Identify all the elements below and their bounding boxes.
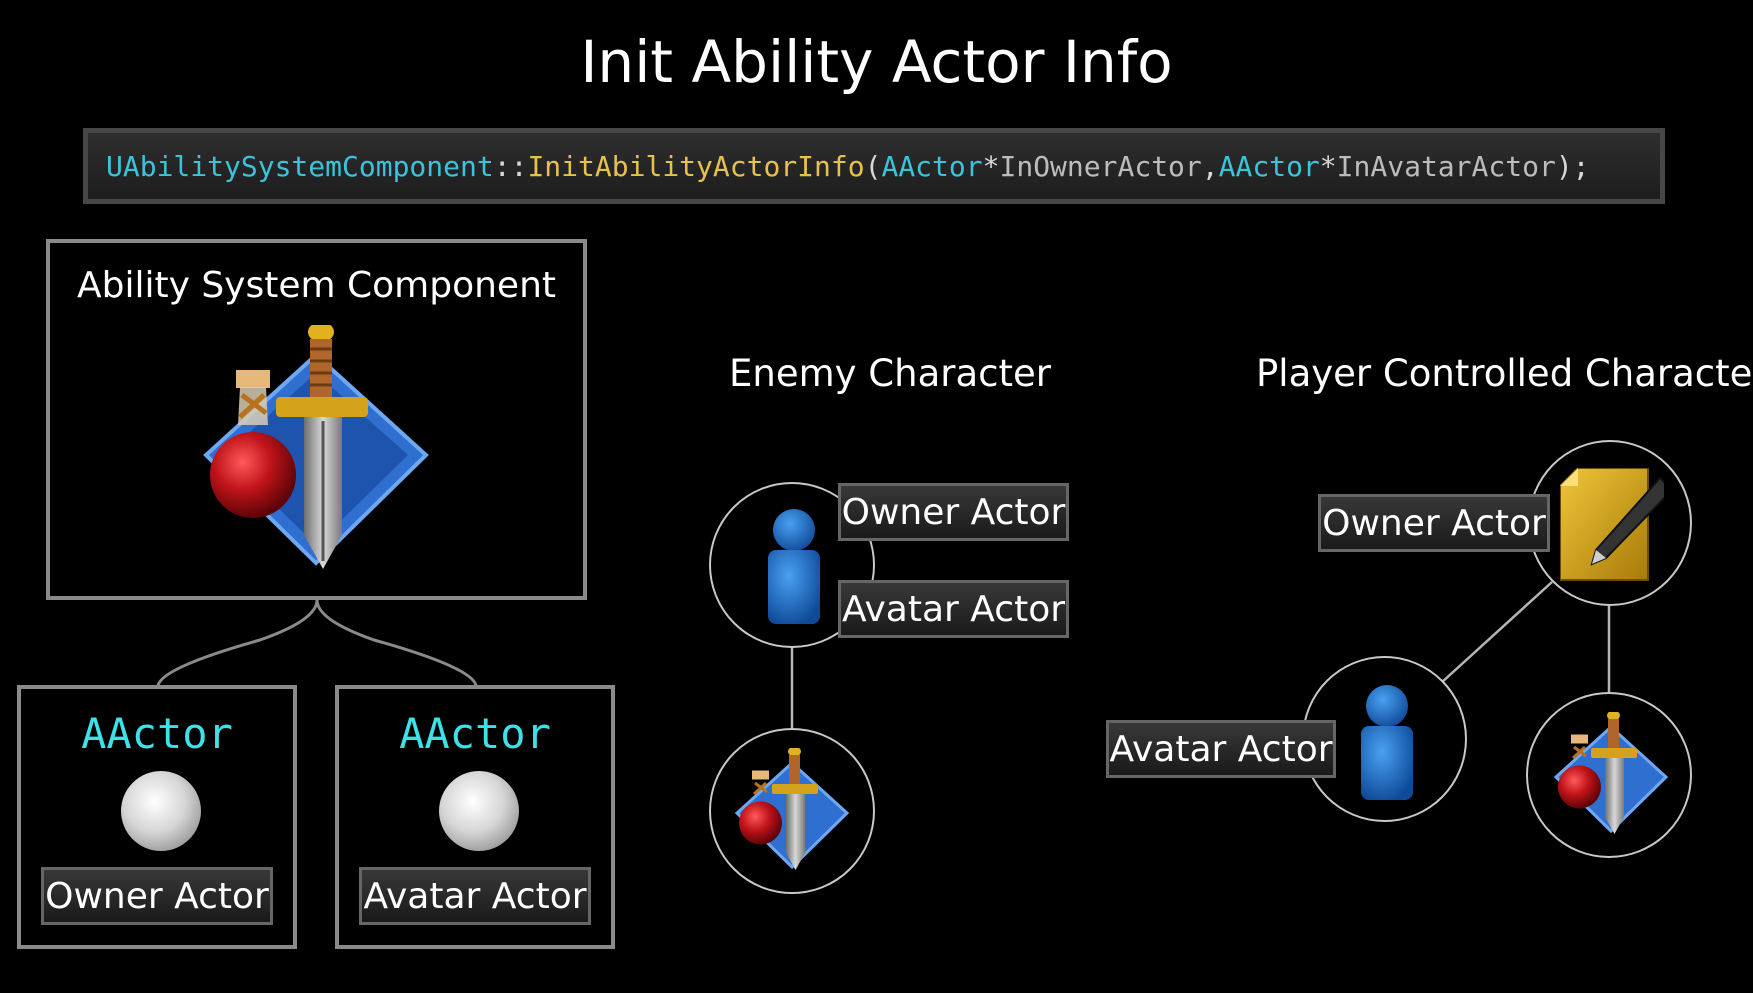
code-class-name: UAbilitySystemComponent (106, 149, 494, 183)
code-param1-star: * (982, 149, 1000, 183)
code-comma: , (1201, 149, 1219, 183)
asc-to-avatar-line (315, 599, 478, 687)
player-state-icon (1560, 468, 1664, 581)
enemy-owner-label: Owner Actor (838, 483, 1069, 541)
ability-system-icon (203, 325, 429, 569)
owner-actor-box: AActor Owner Actor (17, 685, 297, 949)
player-owner-label: Owner Actor (1318, 494, 1550, 552)
code-param2-name: InAvatarActor (1336, 149, 1556, 183)
sphere-icon (439, 771, 519, 851)
owner-actor-type: AActor (81, 709, 233, 758)
enemy-asc-node (709, 728, 875, 894)
player-avatar-label: Avatar Actor (1106, 720, 1336, 778)
asc-to-owner-line (156, 599, 319, 687)
code-param1-type: AActor (881, 149, 983, 183)
code-param1-name: InOwnerActor (999, 149, 1202, 183)
pawn-icon (768, 509, 820, 624)
avatar-actor-type: AActor (399, 709, 551, 758)
owner-actor-label: Owner Actor (41, 867, 273, 925)
sphere-icon (121, 771, 201, 851)
code-scope: :: (493, 149, 528, 183)
pawn-icon (1361, 685, 1413, 800)
asc-box: Ability System Component (46, 239, 587, 600)
code-open-paren: ( (864, 149, 882, 183)
avatar-actor-box: AActor Avatar Actor (335, 685, 615, 949)
player-asc-node (1526, 692, 1692, 858)
player-owner-node (1528, 440, 1692, 606)
code-param2-star: * (1319, 149, 1337, 183)
enemy-avatar-label: Avatar Actor (838, 580, 1069, 638)
ability-system-icon (734, 748, 850, 870)
code-function-name: InitAbilityActorInfo (527, 149, 865, 183)
avatar-actor-label: Avatar Actor (359, 867, 591, 925)
code-close: ); (1555, 149, 1590, 183)
enemy-heading: Enemy Character (729, 352, 1051, 395)
code-signature: UAbilitySystemComponent:: InitAbilityActo… (83, 128, 1665, 204)
player-heading: Player Controlled Character (1256, 352, 1753, 395)
slide: Init Ability Actor Info UAbilitySystemCo… (0, 0, 1753, 993)
code-param2-type: AActor (1218, 149, 1320, 183)
ability-system-icon (1553, 712, 1669, 834)
slide-title: Init Ability Actor Info (580, 28, 1173, 96)
asc-box-title: Ability System Component (76, 265, 557, 306)
player-owner-to-avatar-line (1440, 581, 1553, 684)
